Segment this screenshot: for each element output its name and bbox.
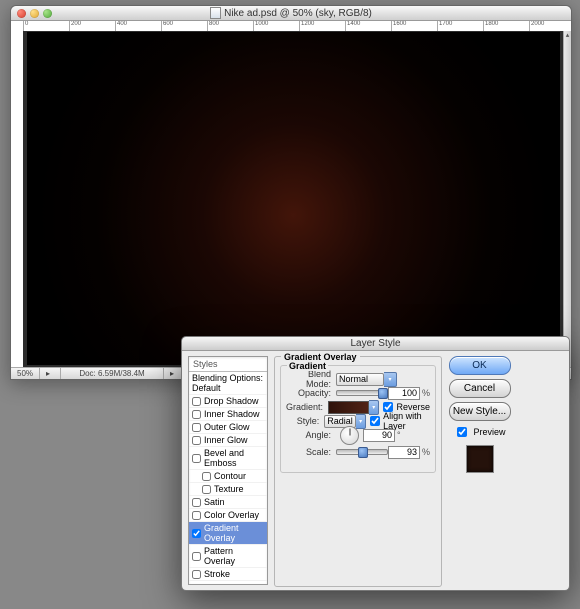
angle-dial[interactable]	[340, 426, 359, 445]
blend-mode-label: Blend Mode:	[286, 369, 331, 389]
style-label: Gradient Overlay	[204, 523, 264, 543]
macos-titlebar[interactable]: Nike ad.psd @ 50% (sky, RGB/8)	[11, 6, 571, 21]
dialog-buttons: OK Cancel New Style... Preview	[448, 356, 511, 585]
style-row-drop_shadow[interactable]: Drop Shadow	[189, 395, 267, 408]
style-label: Inner Shadow	[204, 409, 260, 419]
preview-checkbox[interactable]	[457, 427, 467, 437]
dialog-title[interactable]: Layer Style	[182, 337, 569, 351]
style-checkbox[interactable]	[192, 423, 201, 432]
style-label: Inner Glow	[204, 435, 248, 445]
group-title: Gradient	[287, 361, 328, 371]
style-label: Color Overlay	[204, 510, 259, 520]
canvas-area	[23, 31, 564, 368]
opacity-input[interactable]	[388, 387, 420, 400]
document-icon	[210, 7, 221, 19]
style-row-contour[interactable]: Contour	[189, 470, 267, 483]
style-row-inner_shadow[interactable]: Inner Shadow	[189, 408, 267, 421]
canvas[interactable]	[27, 32, 560, 365]
percent-label: %	[422, 447, 430, 457]
style-label: Outer Glow	[204, 422, 250, 432]
preview-label: Preview	[473, 427, 505, 437]
align-checkbox[interactable]	[370, 416, 380, 426]
angle-label: Angle:	[286, 430, 331, 440]
doc-size[interactable]: Doc: 6.59M/38.4M	[61, 368, 164, 379]
blending-options-label: Blending Options: Default	[192, 373, 264, 393]
chevron-down-icon[interactable]: ▾	[384, 372, 397, 387]
new-style-button[interactable]: New Style...	[449, 402, 511, 421]
chevron-down-icon[interactable]: ▾	[356, 414, 366, 429]
style-label: Texture	[214, 484, 244, 494]
settings-panel: Gradient Overlay Gradient Blend Mode: No…	[274, 356, 442, 585]
style-checkbox[interactable]	[192, 498, 201, 507]
preview-swatch	[466, 445, 494, 473]
angle-input[interactable]	[363, 429, 395, 442]
gradient-label: Gradient:	[286, 402, 323, 412]
style-checkbox[interactable]	[192, 570, 201, 579]
style-label: Satin	[204, 497, 225, 507]
opacity-slider[interactable]	[336, 390, 388, 396]
style-row-stroke[interactable]: Stroke	[189, 568, 267, 581]
status-chevron-icon[interactable]: ▸	[40, 368, 61, 379]
style-checkbox[interactable]	[192, 552, 201, 561]
style-row-satin[interactable]: Satin	[189, 496, 267, 509]
blending-options-row[interactable]: Blending Options: Default	[189, 372, 267, 395]
percent-label: %	[422, 388, 430, 398]
scroll-up-icon[interactable]: ▴	[564, 31, 571, 39]
document-window: Nike ad.psd @ 50% (sky, RGB/8) 020040060…	[10, 5, 572, 380]
style-row-pat_ov[interactable]: Pattern Overlay	[189, 545, 267, 568]
style-label: Bevel and Emboss	[204, 448, 264, 468]
window-title-text: Nike ad.psd @ 50% (sky, RGB/8)	[224, 8, 372, 19]
ok-button[interactable]: OK	[449, 356, 511, 375]
blend-mode-select[interactable]: Normal	[336, 373, 384, 386]
style-checkbox[interactable]	[192, 436, 201, 445]
scale-label: Scale:	[286, 447, 331, 457]
gradient-swatch[interactable]	[328, 401, 369, 414]
style-row-outer_glow[interactable]: Outer Glow	[189, 421, 267, 434]
window-title: Nike ad.psd @ 50% (sky, RGB/8)	[11, 7, 571, 19]
scale-input[interactable]	[388, 446, 420, 459]
style-checkbox[interactable]	[192, 410, 201, 419]
style-checkbox[interactable]	[202, 485, 211, 494]
scale-slider[interactable]	[336, 449, 388, 455]
style-row-color_ov[interactable]: Color Overlay	[189, 509, 267, 522]
style-row-grad_ov[interactable]: Gradient Overlay	[189, 522, 267, 545]
style-label: Pattern Overlay	[204, 546, 264, 566]
layer-style-dialog: Layer Style Styles Blending Options: Def…	[181, 336, 570, 591]
opacity-label: Opacity:	[286, 388, 331, 398]
style-checkbox[interactable]	[202, 472, 211, 481]
style-row-inner_glow[interactable]: Inner Glow	[189, 434, 267, 447]
cancel-button[interactable]: Cancel	[449, 379, 511, 398]
style-label: Drop Shadow	[204, 396, 259, 406]
degree-label: °	[397, 430, 401, 440]
style-row-bevel[interactable]: Bevel and Emboss	[189, 447, 267, 470]
style-label: Stroke	[204, 569, 230, 579]
style-checkbox[interactable]	[192, 529, 201, 538]
style-checkbox[interactable]	[192, 511, 201, 520]
styles-panel: Styles Blending Options: Default Drop Sh…	[188, 356, 268, 585]
style-label: Contour	[214, 471, 246, 481]
style-row-texture[interactable]: Texture	[189, 483, 267, 496]
style-checkbox[interactable]	[192, 454, 201, 463]
zoom-level[interactable]: 50%	[11, 368, 40, 379]
style-label: Style:	[286, 416, 319, 426]
styles-header[interactable]: Styles	[189, 357, 267, 372]
gradient-picker-icon[interactable]: ▾	[369, 400, 379, 415]
vertical-scrollbar[interactable]: ▴	[563, 31, 571, 368]
style-checkbox[interactable]	[192, 397, 201, 406]
